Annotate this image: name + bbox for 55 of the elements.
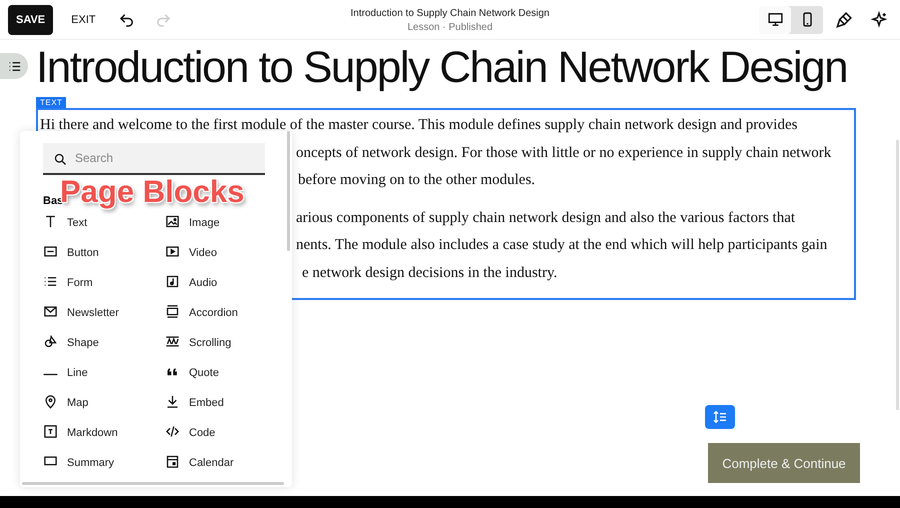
block-item[interactable]: Line [43, 363, 165, 382]
download-icon [165, 394, 180, 408]
play-icon [165, 244, 180, 258]
envelope-icon [43, 304, 58, 318]
block-item[interactable]: Markdown [43, 423, 165, 442]
exit-button[interactable]: EXIT [63, 8, 104, 32]
scrollbar[interactable] [22, 482, 284, 485]
save-button[interactable]: SAVE [8, 4, 54, 34]
line-spacing-icon[interactable] [705, 405, 735, 429]
paragraph-line: nents. The module also includes a case study at the end which will help participants gain [296, 236, 828, 255]
paragraph-line: arious components of supply chain network design and also the various factors that [296, 208, 796, 228]
letter-t-icon [43, 214, 58, 228]
monitor-icon[interactable] [759, 6, 791, 34]
calendar-icon [165, 454, 180, 468]
accordion-icon [165, 304, 180, 318]
block-item[interactable]: Map [43, 393, 165, 412]
page-title: Introduction to Supply Chain Network Design [350, 8, 550, 20]
block-item[interactable]: Shape [43, 333, 165, 352]
map-pin-icon [43, 394, 58, 408]
block-item[interactable]: Scrolling [165, 333, 265, 352]
block-item[interactable]: Code [165, 423, 265, 442]
horizontal-line-icon [43, 372, 58, 376]
paragraph-line: e network design decisions in the industry. [302, 264, 558, 282]
block-item[interactable]: Form [43, 273, 165, 292]
complete-continue-button[interactable]: Complete & Continue [708, 443, 860, 483]
block-item[interactable]: Calendar [165, 453, 265, 472]
page-status: Lesson · Published [407, 22, 493, 34]
menu-icon[interactable] [0, 53, 28, 79]
section-heading: Bas [43, 195, 64, 207]
page-heading: Introduction to Supply Chain Network Design [36, 43, 848, 93]
search-field[interactable]: Search [43, 143, 265, 175]
block-item[interactable]: Quote [165, 363, 265, 382]
block-item[interactable]: Button [43, 243, 165, 262]
block-item[interactable]: Audio [165, 273, 265, 292]
block-label: TEXT [36, 97, 66, 108]
scrollbar[interactable] [287, 131, 290, 251]
scrollbar[interactable] [896, 140, 899, 410]
block-item[interactable]: Embed [165, 393, 265, 412]
scrolling-text-icon [165, 334, 180, 348]
summary-icon [43, 454, 58, 468]
markdown-icon [43, 424, 58, 438]
music-note-icon [165, 274, 180, 288]
block-item[interactable]: Text [43, 213, 165, 232]
button-icon [43, 244, 58, 258]
shapes-icon [43, 334, 58, 348]
block-item[interactable]: Summary [43, 453, 165, 472]
paragraph-line: Hi there and welcome to the first module of the master course. This module defines supply chain network design and provides [40, 116, 798, 135]
block-item[interactable]: Image [165, 213, 265, 232]
paragraph-line: before moving on to the other modules. [298, 171, 536, 190]
code-icon [165, 424, 180, 438]
block-item[interactable]: Video [165, 243, 265, 262]
block-item[interactable]: Accordion [165, 303, 265, 322]
block-item[interactable]: Newsletter [43, 303, 165, 322]
image-icon [165, 214, 180, 228]
paragraph-line: oncepts of network design. For those with little or no experience in supply chain network [296, 144, 832, 162]
